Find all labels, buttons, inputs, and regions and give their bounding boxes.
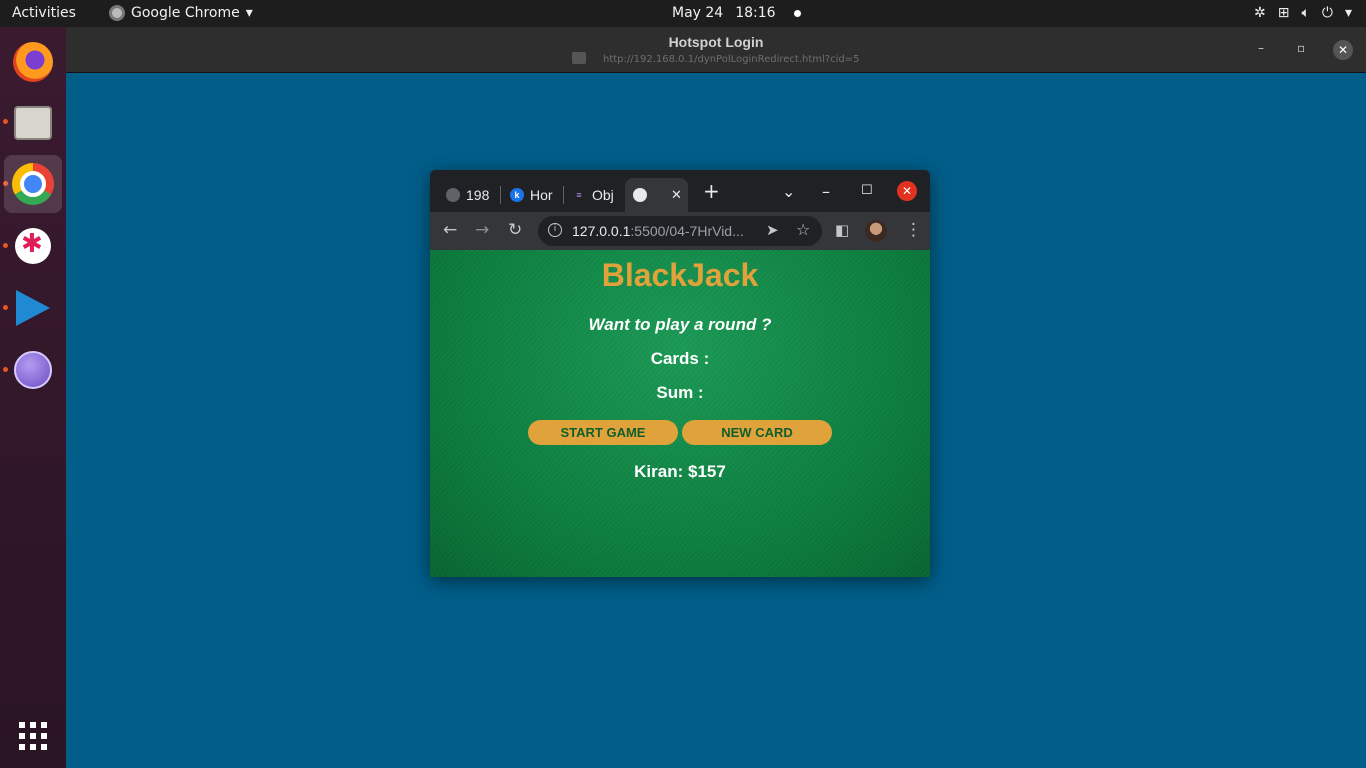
hotspot-login-window: Hotspot Login http://192.168.0.1/dynPolL… <box>66 27 1366 73</box>
vscode-icon <box>16 290 50 326</box>
tab-label: Hor <box>530 187 553 203</box>
chrome-window: 198 k Hor ≡ Obj ✕ + ⌄ – ☐ ✕ ← → ↻ i 127.… <box>430 170 930 577</box>
bookmark-star-icon[interactable]: ☆ <box>796 220 810 239</box>
chevron-down-icon: ▾ <box>1344 5 1352 21</box>
app-menu[interactable]: Google Chrome ▾ <box>109 5 253 21</box>
volume-icon: 🔈︎ <box>1301 5 1310 21</box>
player-info: Kiran: $157 <box>634 462 726 481</box>
dock-files[interactable] <box>4 94 62 152</box>
site-info-icon[interactable]: i <box>548 223 562 237</box>
reload-button[interactable]: ↻ <box>508 221 522 239</box>
profile-avatar[interactable] <box>865 220 887 242</box>
k-icon: k <box>510 188 524 202</box>
minimize-button[interactable]: – <box>1258 41 1264 55</box>
globe-icon <box>633 188 647 202</box>
maximize-button[interactable]: ☐ <box>861 183 873 198</box>
address-text[interactable]: 127.0.0.1:5500/04-7HrVid... <box>572 223 744 239</box>
dock-firefox[interactable] <box>4 33 62 91</box>
network-app-icon[interactable]: ✲ <box>1254 4 1266 22</box>
activities-button[interactable]: Activities <box>12 5 76 21</box>
sum-label: Sum : <box>656 383 704 402</box>
close-window-button[interactable]: ✕ <box>897 181 917 201</box>
new-card-button[interactable]: NEW CARD <box>682 420 832 445</box>
system-tray[interactable]: ✲ ⊞ 🔈︎ ⏻ ▾ <box>1254 4 1352 22</box>
tab-1[interactable]: 198 <box>446 178 494 212</box>
start-game-button[interactable]: START GAME <box>528 420 678 445</box>
browser-toolbar: ← → ↻ i 127.0.0.1:5500/04-7HrVid... ➤ ☆ … <box>430 212 930 250</box>
clock-date: May 24 <box>672 5 724 21</box>
firefox-icon <box>13 42 53 82</box>
window-title: Hotspot Login <box>668 34 764 50</box>
dock <box>0 27 66 768</box>
tab-3[interactable]: ≡ Obj <box>572 178 618 212</box>
minimize-button[interactable]: – <box>822 182 830 201</box>
globe-icon <box>446 188 460 202</box>
tab-separator <box>500 186 501 204</box>
tab-active[interactable]: ✕ <box>625 178 688 212</box>
menu-kebab-icon[interactable]: ⋮ <box>905 221 922 239</box>
page-title: BlackJack <box>601 257 759 293</box>
web-app-icon <box>14 351 52 389</box>
blackjack-page: BlackJack Want to play a round ? Cards :… <box>430 250 930 577</box>
clock[interactable]: May 24 18:16 <box>672 5 801 21</box>
close-button[interactable]: ✕ <box>1333 40 1353 60</box>
power-icon: ⏻ <box>1321 5 1333 21</box>
clock-time: 18:16 <box>735 5 776 21</box>
top-bar: Activities Google Chrome ▾ May 24 18:16 … <box>0 0 1366 27</box>
tab-2[interactable]: k Hor <box>510 178 556 212</box>
side-panel-icon[interactable]: ◧ <box>835 221 849 239</box>
chrome-icon <box>12 163 54 205</box>
tab-label: 198 <box>466 187 490 203</box>
window-url: http://192.168.0.1/dynPolLoginRedirect.h… <box>603 54 860 65</box>
forward-button[interactable]: → <box>475 221 489 239</box>
chevron-down-icon: ▾ <box>245 5 253 21</box>
insecure-lock-icon <box>572 52 586 64</box>
address-bar[interactable]: i 127.0.0.1:5500/04-7HrVid... ➤ ☆ <box>538 216 822 246</box>
message-text: Want to play a round ? <box>588 315 772 334</box>
dock-web-app[interactable] <box>4 341 62 399</box>
dock-slack[interactable] <box>4 217 62 275</box>
send-icon[interactable]: ➤ <box>766 221 779 239</box>
address-host: 127.0.0.1 <box>572 223 631 239</box>
wired-network-icon: ⊞ <box>1277 5 1290 21</box>
files-icon <box>14 106 52 140</box>
address-path: :5500/04-7HrVid... <box>630 223 744 239</box>
slack-icon <box>15 228 51 264</box>
notification-dot <box>793 9 801 17</box>
tab-search-button[interactable]: ⌄ <box>782 182 795 201</box>
new-tab-button[interactable]: + <box>703 179 720 203</box>
back-button[interactable]: ← <box>443 221 457 239</box>
dock-chrome[interactable] <box>4 155 62 213</box>
app-menu-label: Google Chrome <box>131 5 240 21</box>
bars-icon: ≡ <box>576 190 582 200</box>
chrome-icon <box>109 5 125 21</box>
maximize-button[interactable]: ▫ <box>1297 41 1305 55</box>
close-tab-icon[interactable]: ✕ <box>671 187 682 203</box>
tab-separator <box>563 186 564 204</box>
show-applications-button[interactable] <box>4 707 62 765</box>
tab-strip: 198 k Hor ≡ Obj ✕ + ⌄ – ☐ ✕ <box>430 170 930 212</box>
cards-label: Cards : <box>650 349 710 368</box>
tab-label: Obj <box>592 187 614 203</box>
app-grid-icon <box>19 722 47 750</box>
dock-vscode[interactable] <box>4 279 62 337</box>
